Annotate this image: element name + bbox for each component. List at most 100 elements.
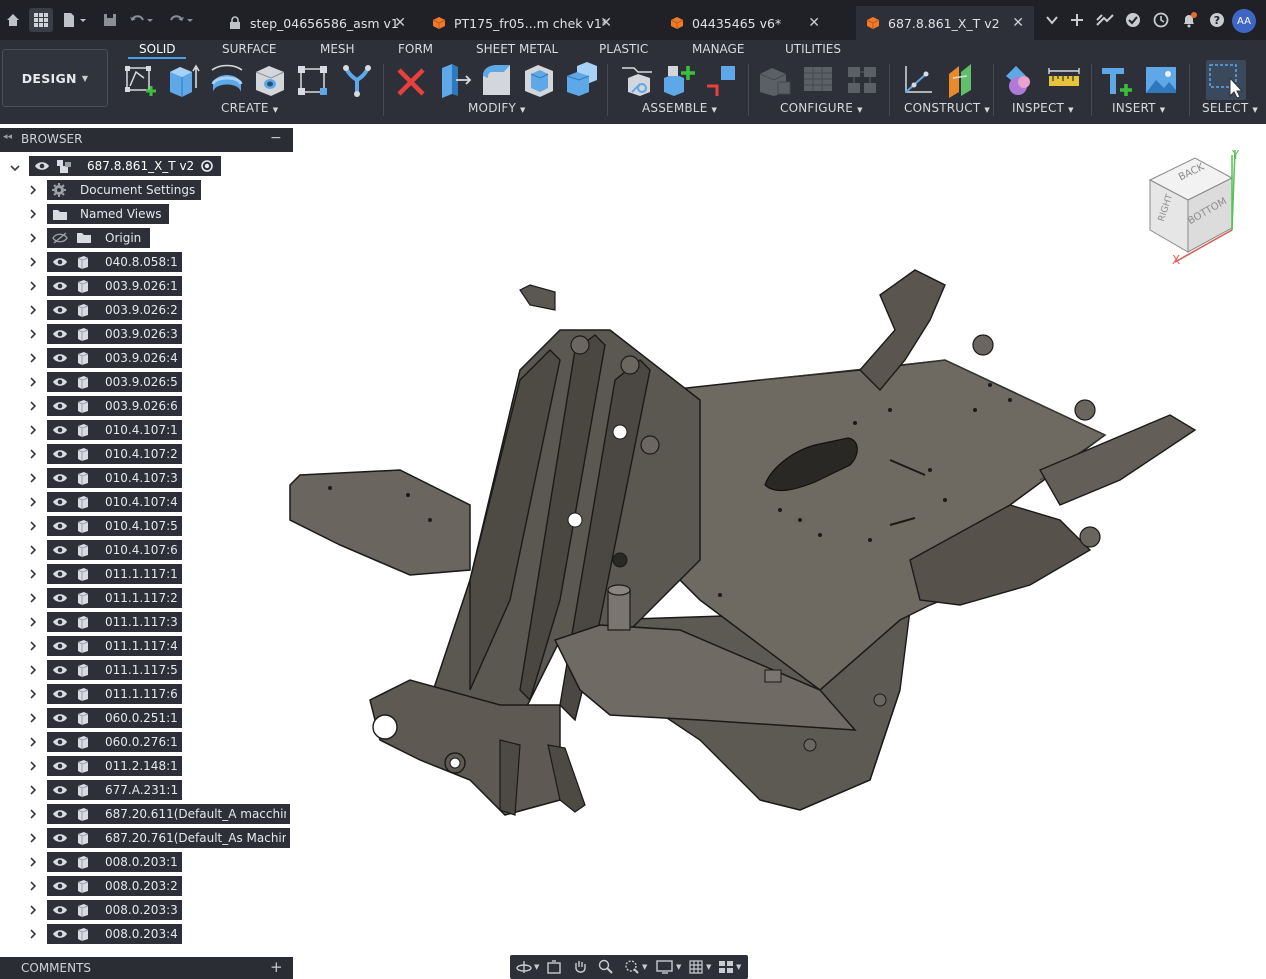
browser-item-row[interactable]: 003.9.026:5: [0, 372, 293, 392]
insert-canvas-icon[interactable]: [1144, 62, 1178, 98]
viewcube-face-bottom[interactable]: BOTTOM: [1186, 196, 1229, 227]
browser-item-row[interactable]: Document Settings: [0, 180, 293, 200]
visibility-eye-icon[interactable]: [52, 304, 68, 316]
browser-item[interactable]: 011.2.148:1: [47, 756, 182, 776]
browser-item[interactable]: Origin: [47, 228, 150, 248]
group-label-construct[interactable]: CONSTRUCT ▼: [904, 101, 990, 115]
tab-surface[interactable]: SURFACE: [222, 40, 277, 58]
expand-arrow-icon[interactable]: [28, 712, 38, 724]
visibility-eye-icon[interactable]: [52, 256, 68, 268]
expand-arrow-icon[interactable]: [28, 496, 38, 508]
browser-item[interactable]: 040.8.058:1: [47, 252, 182, 272]
expand-arrow-icon[interactable]: [28, 544, 38, 556]
select-tool-icon[interactable]: [1206, 60, 1246, 100]
pan-hand-icon[interactable]: [572, 959, 588, 975]
shell-icon[interactable]: [522, 62, 556, 98]
browser-item[interactable]: 060.0.276:1: [47, 732, 182, 752]
browser-item-row[interactable]: 008.0.203:2: [0, 876, 293, 896]
panel-collapse-arrows-icon[interactable]: ◂◂: [3, 132, 12, 142]
browser-item-row[interactable]: 008.0.203:4: [0, 924, 293, 944]
browser-item-row[interactable]: 060.0.276:1: [0, 732, 293, 752]
expand-arrow-icon[interactable]: [28, 232, 38, 244]
expand-arrow-icon[interactable]: [28, 928, 38, 940]
browser-item-row[interactable]: 010.4.107:2: [0, 444, 293, 464]
notifications-bell-icon[interactable]: [1177, 8, 1201, 32]
expand-arrow-icon[interactable]: [28, 832, 38, 844]
browser-item-row[interactable]: Named Views: [0, 204, 293, 224]
extensions-icon[interactable]: [1093, 8, 1117, 32]
group-label-assemble[interactable]: ASSEMBLE ▼: [642, 101, 717, 115]
viewcube-face-right[interactable]: RIGHT: [1157, 193, 1175, 223]
tab-manage[interactable]: MANAGE: [692, 40, 744, 58]
configuration-table-icon[interactable]: [801, 62, 835, 98]
visibility-eye-icon[interactable]: [52, 616, 68, 628]
expand-arrow-icon[interactable]: [28, 856, 38, 868]
extrude-icon[interactable]: [166, 62, 200, 98]
browser-item-row[interactable]: 011.1.117:3: [0, 612, 293, 632]
expand-arrow-icon[interactable]: [28, 520, 38, 532]
visibility-eye-icon[interactable]: [34, 160, 50, 172]
group-label-modify[interactable]: MODIFY ▼: [468, 101, 526, 115]
undo-icon[interactable]: [126, 8, 158, 32]
browser-item-row[interactable]: 011.1.117:4: [0, 636, 293, 656]
look-at-icon[interactable]: [546, 959, 562, 975]
expand-arrow-icon[interactable]: [28, 568, 38, 580]
browser-item-row[interactable]: 010.4.107:6: [0, 540, 293, 560]
browser-item-row[interactable]: 003.9.026:2: [0, 300, 293, 320]
visibility-eye-icon[interactable]: [52, 496, 68, 508]
visibility-eye-icon[interactable]: [52, 880, 68, 892]
browser-item-row[interactable]: 003.9.026:1: [0, 276, 293, 296]
create-sketch-icon[interactable]: [124, 62, 158, 98]
browser-item[interactable]: 010.4.107:2: [47, 444, 182, 464]
browser-item[interactable]: 011.1.117:6: [47, 684, 182, 704]
browser-item[interactable]: 011.1.117:3: [47, 612, 182, 632]
visibility-eye-icon[interactable]: [52, 808, 68, 820]
browser-item-row[interactable]: 011.1.117:5: [0, 660, 293, 680]
browser-item[interactable]: 687.20.611(Default_A macchin...: [47, 804, 290, 824]
expand-arrow-icon[interactable]: [28, 256, 38, 268]
caret-down-icon[interactable]: ▼: [706, 963, 714, 979]
visibility-eye-icon[interactable]: [52, 352, 68, 364]
visibility-eye-icon[interactable]: [52, 784, 68, 796]
revolve-icon[interactable]: [210, 62, 244, 98]
workspace-switcher-button[interactable]: DESIGN ▼: [2, 49, 108, 107]
browser-item[interactable]: 010.4.107:4: [47, 492, 182, 512]
orbit-icon[interactable]: [516, 959, 532, 975]
browser-item[interactable]: 011.1.117:5: [47, 660, 182, 680]
tab-form[interactable]: FORM: [398, 40, 433, 58]
visibility-eye-icon[interactable]: [52, 856, 68, 868]
caret-down-icon[interactable]: ▼: [736, 963, 744, 979]
home-icon[interactable]: [1, 8, 25, 32]
press-pull-icon[interactable]: [438, 62, 472, 98]
visibility-eye-icon[interactable]: [52, 712, 68, 724]
browser-item-row[interactable]: 003.9.026:3: [0, 324, 293, 344]
browser-item-row[interactable]: 687.20.611(Default_A macchin...: [0, 804, 293, 824]
visibility-eye-icon[interactable]: [52, 640, 68, 652]
browser-item[interactable]: Document Settings: [47, 180, 201, 200]
expand-arrow-icon[interactable]: [28, 352, 38, 364]
configuration-rules-icon[interactable]: [845, 62, 879, 98]
as-built-joint-icon[interactable]: [705, 62, 739, 98]
online-status-icon[interactable]: [1121, 8, 1145, 32]
expand-arrow-icon[interactable]: [28, 616, 38, 628]
browser-item[interactable]: 010.4.107:1: [47, 420, 182, 440]
expand-arrow-icon[interactable]: [28, 760, 38, 772]
visibility-eye-icon[interactable]: [52, 520, 68, 532]
browser-item[interactable]: 008.0.203:4: [47, 924, 182, 944]
expand-arrow-icon[interactable]: [28, 664, 38, 676]
visibility-eye-icon[interactable]: [52, 688, 68, 700]
browser-item[interactable]: 011.1.117:4: [47, 636, 182, 656]
combine-icon[interactable]: [565, 62, 599, 98]
appearance-icon[interactable]: [1002, 62, 1036, 98]
new-tab-plus-icon[interactable]: [1065, 8, 1089, 32]
create-form-icon[interactable]: [340, 62, 374, 98]
visibility-eye-icon[interactable]: [52, 664, 68, 676]
browser-item-row[interactable]: Origin: [0, 228, 293, 248]
expand-arrow-icon[interactable]: [28, 904, 38, 916]
browser-item[interactable]: 003.9.026:6: [47, 396, 182, 416]
expand-arrow-icon[interactable]: [28, 688, 38, 700]
new-component-icon[interactable]: [620, 62, 654, 98]
group-label-configure[interactable]: CONFIGURE ▼: [780, 101, 863, 115]
expand-arrow-icon[interactable]: [28, 208, 38, 220]
visibility-eye-icon[interactable]: [52, 424, 68, 436]
